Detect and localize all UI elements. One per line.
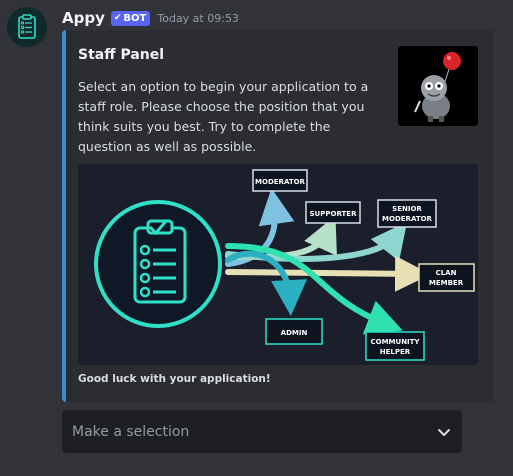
zombie-mascot-icon <box>398 46 478 126</box>
embed-title: Staff Panel <box>78 47 165 63</box>
embed-image[interactable]: MODERATOR SUPPORTER SENIOR MODERATOR CLA… <box>78 164 478 365</box>
clipboard-icon <box>7 7 47 47</box>
role-clan-line1: CLAN <box>436 269 457 277</box>
embed-card: Staff Panel Select an option to begin yo… <box>62 30 493 402</box>
staff-roles-graphic: MODERATOR SUPPORTER SENIOR MODERATOR CLA… <box>78 164 478 365</box>
role-senior-line1: SENIOR <box>392 205 422 213</box>
select-placeholder: Make a selection <box>72 423 190 440</box>
author-name[interactable]: Appy <box>62 9 105 27</box>
bot-avatar[interactable] <box>7 7 47 47</box>
role-clan-line2: MEMBER <box>429 279 464 287</box>
embed-thumbnail[interactable] <box>398 46 478 126</box>
embed-accent-bar <box>62 30 66 402</box>
role-community-line1: COMMUNITY <box>370 338 420 346</box>
role-community-line2: HELPER <box>380 348 411 356</box>
role-select-menu[interactable]: Make a selection <box>62 410 462 453</box>
embed-footer: Good luck with your application! <box>78 373 271 385</box>
role-admin: ADMIN <box>281 329 308 337</box>
chevron-down-icon <box>438 428 450 436</box>
role-senior-line2: MODERATOR <box>382 215 432 223</box>
message-timestamp[interactable]: Today at 09:53 <box>157 12 239 25</box>
role-supporter: SUPPORTER <box>310 210 358 218</box>
bot-badge-label: BOT <box>123 12 147 24</box>
message-header: Appy ✔ BOT Today at 09:53 <box>62 7 239 29</box>
embed-description: Select an option to begin your applicati… <box>78 79 369 154</box>
role-moderator: MODERATOR <box>255 178 305 186</box>
verified-check-icon: ✔ <box>113 13 122 23</box>
bot-badge: ✔ BOT <box>110 10 151 26</box>
